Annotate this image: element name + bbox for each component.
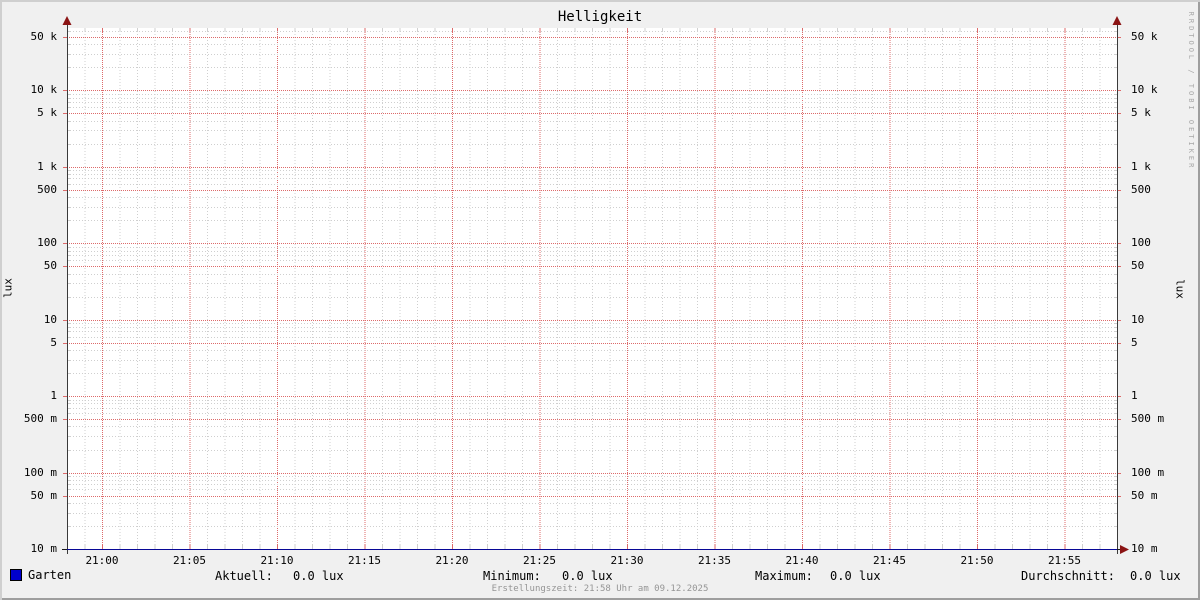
stat-minimum-label: Minimum: xyxy=(483,569,541,583)
stat-current-label: Aktuell: xyxy=(215,569,273,583)
y-tick-label: 1 k xyxy=(37,160,57,173)
y-tick-label: 500 m xyxy=(1131,412,1165,425)
y-tick-label: 100 m xyxy=(1131,466,1165,479)
x-tick-label: 21:50 xyxy=(960,554,994,567)
x-tick-label: 21:10 xyxy=(260,554,294,567)
y-tick-label: 10 k xyxy=(30,83,58,96)
y-tick-label: 1 k xyxy=(1131,160,1151,173)
y-axis-unit-left: lux xyxy=(1,278,15,298)
stat-average-label: Durchschnitt: xyxy=(1021,569,1115,583)
stat-current-value: 0.0 lux xyxy=(293,569,344,583)
x-tick-label: 21:40 xyxy=(785,554,819,567)
y-tick-label: 50 xyxy=(1131,259,1145,272)
y-tick-label: 500 m xyxy=(23,412,57,425)
y-tick-label: 5 xyxy=(50,336,57,349)
x-tick-label: 21:30 xyxy=(610,554,644,567)
series-color-swatch xyxy=(10,569,22,581)
x-tick-label: 21:05 xyxy=(172,554,207,567)
x-tick-label: 21:20 xyxy=(435,554,469,567)
y-tick-label: 10 m xyxy=(1131,542,1158,555)
creation-time: Erstellungszeit: 21:58 Uhr am 09.12.2025 xyxy=(491,584,709,594)
y-tick-label: 5 k xyxy=(37,106,57,119)
stat-minimum-value: 0.0 lux xyxy=(562,569,613,583)
x-tick-label: 21:00 xyxy=(85,554,119,567)
stat-maximum-label: Maximum: xyxy=(755,569,813,583)
stat-maximum-value: 0.0 lux xyxy=(830,569,881,583)
y-tick-label: 100 xyxy=(1131,236,1151,249)
chart-plot-area xyxy=(62,16,1129,554)
y-tick-label: 50 m xyxy=(30,489,58,502)
y-tick-label: 50 k xyxy=(30,30,58,43)
y-tick-label: 5 xyxy=(1131,336,1138,349)
rrdtool-watermark: RRDTOOL / TOBI OETIKER xyxy=(1187,11,1195,171)
y-tick-label: 10 k xyxy=(1131,83,1158,96)
series-label: Garten xyxy=(28,568,72,582)
y-tick-label: 50 m xyxy=(1131,489,1158,502)
x-tick-label: 21:55 xyxy=(1047,554,1082,567)
y-tick-label: 10 m xyxy=(30,542,58,555)
y-tick-label: 10 xyxy=(43,313,57,326)
stat-average-value: 0.0 lux xyxy=(1130,569,1181,583)
y-tick-label: 100 xyxy=(37,236,57,249)
y-tick-label: 1 xyxy=(50,389,57,402)
x-tick-label: 21:15 xyxy=(347,554,382,567)
x-tick-label: 21:45 xyxy=(872,554,907,567)
y-tick-label: 50 xyxy=(43,259,57,272)
y-tick-label: 500 xyxy=(1131,183,1151,196)
x-tick-label: 21:25 xyxy=(522,554,557,567)
y-tick-label: 500 xyxy=(37,183,57,196)
y-tick-label: 5 k xyxy=(1131,106,1151,119)
y-tick-label: 50 k xyxy=(1131,30,1158,43)
y-tick-label: 1 xyxy=(1131,389,1138,402)
rrd-graph: Helligkeit 10 m 50 m 100 m 500 m 1 5 10 50 100 50… xyxy=(0,0,1200,600)
legend: Garten xyxy=(10,568,71,582)
y-tick-label: 10 xyxy=(1131,313,1145,326)
y-axis-unit-right: lux xyxy=(1173,279,1187,299)
x-tick-label: 21:35 xyxy=(697,554,732,567)
y-tick-label: 100 m xyxy=(23,466,57,479)
